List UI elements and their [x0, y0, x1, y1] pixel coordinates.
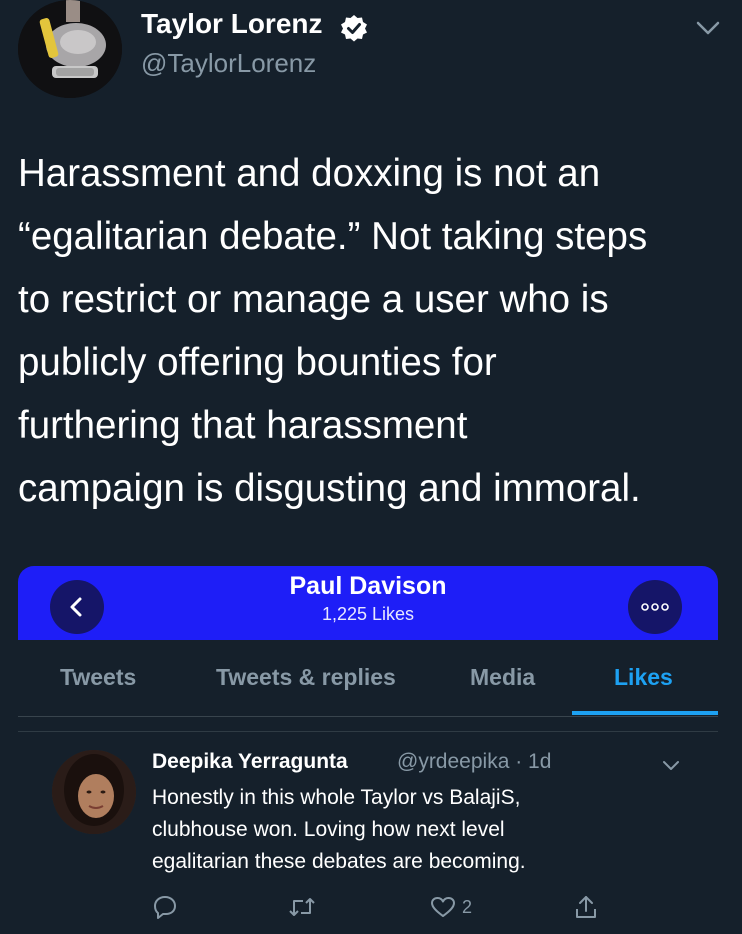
reply-icon: [154, 896, 176, 919]
chevron-down-icon[interactable]: [694, 18, 722, 38]
tab-tweets-replies[interactable]: Tweets & replies: [216, 664, 396, 691]
reply-text-line: Honestly in this whole Taylor vs BalajiS…: [152, 786, 521, 809]
tweet-header: Taylor Lorenz @TaylorLorenz: [0, 0, 742, 110]
author-avatar[interactable]: [18, 0, 122, 98]
like-button[interactable]: 2: [430, 892, 472, 922]
tweet-text-line: furthering that harassment: [18, 404, 468, 447]
profile-likes-count: 1,225 Likes: [321, 604, 415, 624]
reply-author-meta[interactable]: @yrdeepika · 1d: [397, 750, 551, 774]
heart-icon: [431, 897, 455, 917]
more-options-icon: [641, 603, 669, 611]
author-name[interactable]: Taylor Lorenz: [141, 8, 323, 40]
tweet-text-line: Harassment and doxxing is not an: [18, 152, 601, 195]
tab-likes[interactable]: Likes: [614, 664, 673, 691]
tab-tweets[interactable]: Tweets: [60, 664, 136, 691]
tweet-text-line: to restrict or manage a user who is: [18, 278, 609, 321]
tweet-text: Harassment and doxxing is not an “egalit…: [18, 142, 733, 520]
embedded-screenshot[interactable]: Paul Davison 1,225 Likes Tweets Tweets &…: [18, 566, 718, 934]
verified-badge-icon: [340, 14, 368, 42]
profile-header-bar: Paul Davison 1,225 Likes: [18, 566, 718, 640]
reply-author-avatar[interactable]: [52, 750, 136, 834]
reply-text-line: clubhouse won. Loving how next level: [152, 818, 505, 841]
reply-author-name[interactable]: Deepika Yerragunta: [152, 750, 348, 774]
tab-media[interactable]: Media: [470, 664, 535, 691]
reply-button[interactable]: [152, 892, 178, 922]
share-icon: [576, 896, 596, 918]
retweet-button[interactable]: [288, 892, 316, 922]
more-options-button[interactable]: [628, 580, 682, 634]
author-handle[interactable]: @TaylorLorenz: [141, 48, 316, 79]
share-button[interactable]: [574, 892, 598, 922]
profile-name: Paul Davison: [289, 572, 447, 600]
active-tab-indicator: [572, 711, 718, 715]
retweet-icon: [289, 898, 315, 916]
liked-tweet[interactable]: Deepika Yerragunta @yrdeepika · 1d Hones…: [18, 731, 718, 932]
reply-text-line: egalitarian these debates are becoming.: [152, 850, 526, 873]
chevron-down-icon[interactable]: [662, 758, 680, 770]
tweet-text-line: publicly offering bounties for: [18, 341, 497, 384]
like-count: 2: [462, 896, 473, 917]
tweet-text-line: campaign is disgusting and immoral.: [18, 467, 641, 510]
tweet-text-line: “egalitarian debate.” Not taking steps: [18, 215, 648, 258]
profile-tabs: Tweets Tweets & replies Media Likes: [18, 652, 718, 717]
reply-text: Honestly in this whole Taylor vs BalajiS…: [152, 782, 672, 878]
